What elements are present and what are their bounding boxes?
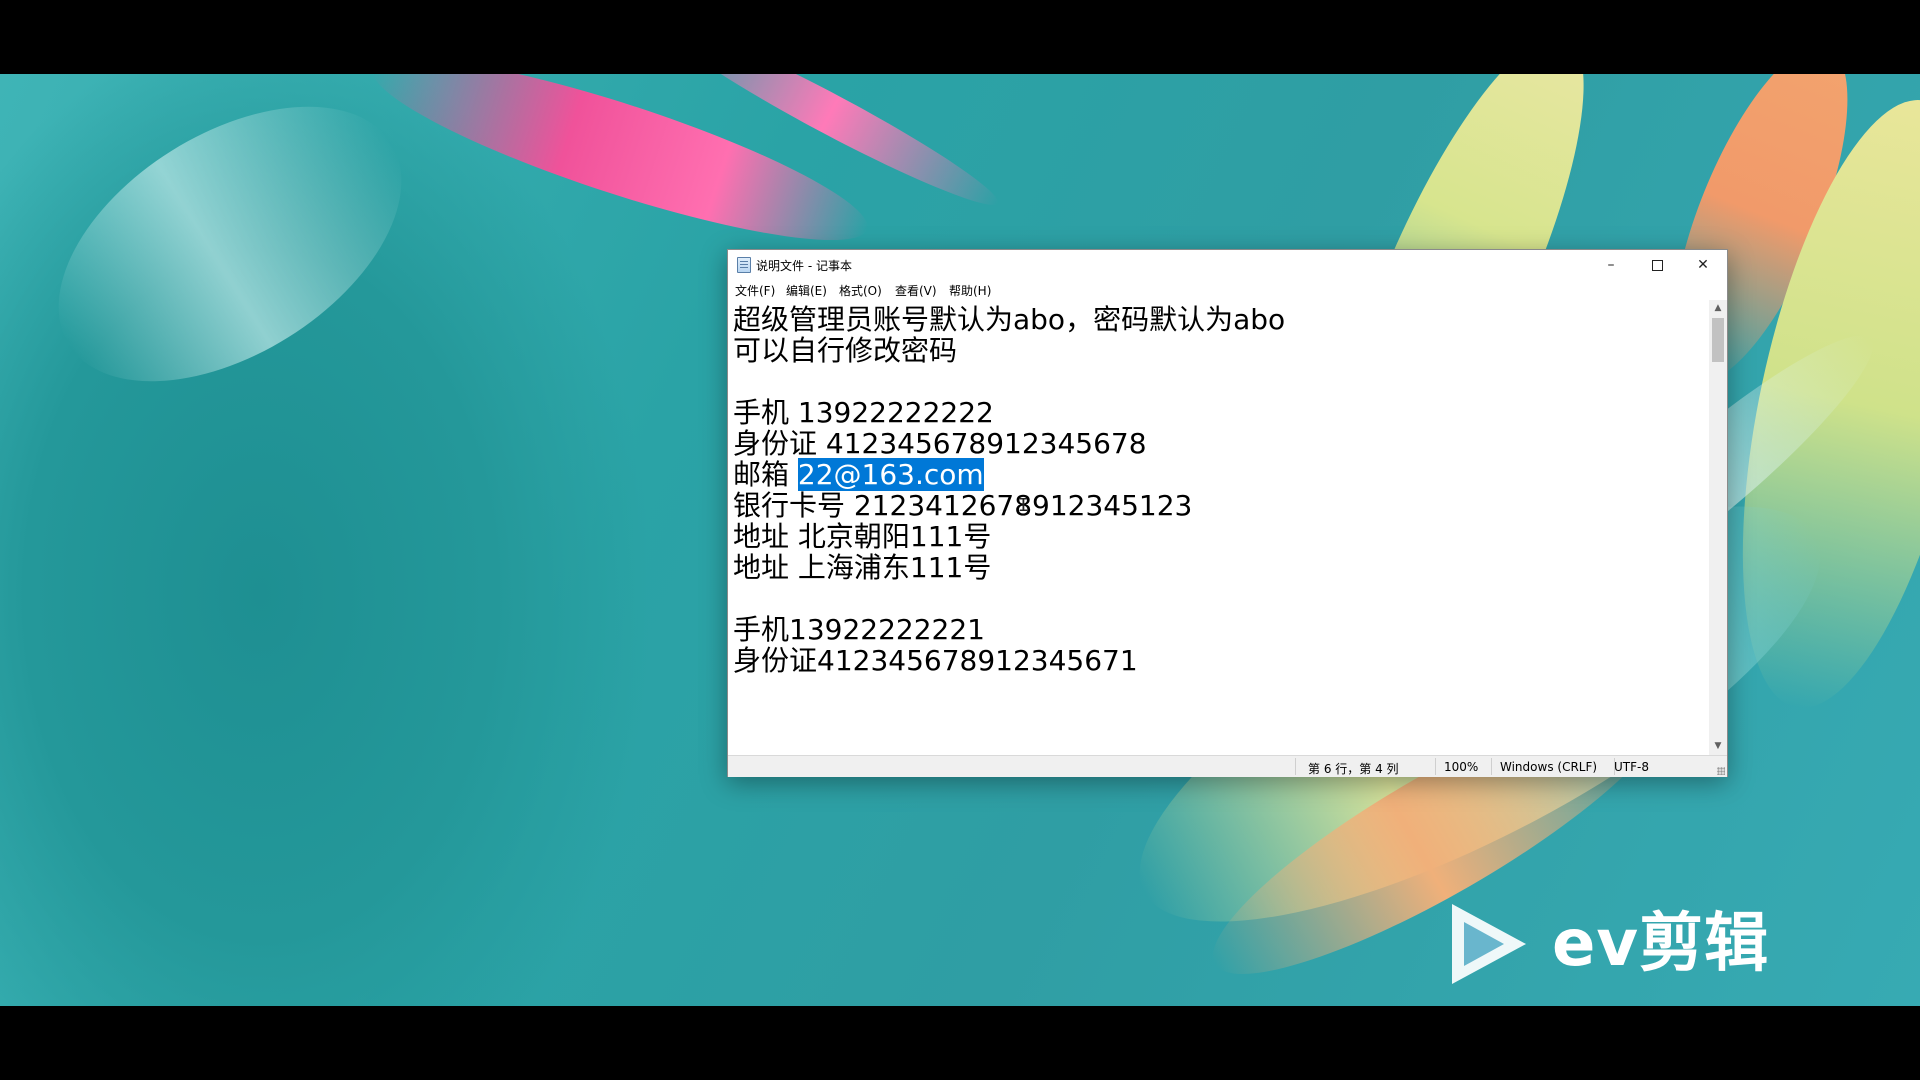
menu-format[interactable]: 格式(O) [839, 282, 882, 299]
text-line: 可以自行修改密码 [733, 334, 958, 367]
watermark-logo: ev剪辑 [1452, 904, 1832, 994]
cursor-position: 第 6 行，第 4 列 [1308, 762, 1399, 776]
close-button[interactable]: ✕ [1680, 250, 1726, 280]
letterbox-top [0, 0, 1920, 74]
ibeam-cursor-icon: I [1018, 495, 1029, 516]
title-bar[interactable]: 说明文件 - 记事本 – ✕ [728, 250, 1727, 280]
maximize-button[interactable] [1634, 250, 1680, 280]
status-divider [1435, 758, 1436, 775]
status-divider [1491, 758, 1492, 775]
menu-edit[interactable]: 编辑(E) [786, 282, 827, 299]
status-divider [1295, 758, 1296, 775]
text-editor[interactable]: 超级管理员账号默认为abo，密码默认为abo 可以自行修改密码 手机 13922… [728, 300, 1709, 755]
wallpaper-stroke [10, 74, 450, 438]
zoom-level: 100% [1444, 760, 1479, 774]
notepad-window[interactable]: 说明文件 - 记事本 – ✕ 文件(F) 编辑(E) 格式(O) 查看(V) 帮… [727, 249, 1728, 777]
menu-view[interactable]: 查看(V) [895, 282, 937, 299]
vertical-scrollbar[interactable]: ▲ ▼ [1709, 300, 1727, 755]
play-logo-inner [1464, 922, 1504, 966]
scroll-up-icon[interactable]: ▲ [1709, 300, 1727, 317]
text-line: 地址 上海浦东111号 [733, 551, 992, 584]
status-bar: 第 6 行，第 4 列 100% Windows (CRLF) UTF-8 [728, 755, 1727, 777]
line-ending: Windows (CRLF) [1500, 760, 1598, 774]
menu-file[interactable]: 文件(F) [735, 282, 775, 299]
menu-help[interactable]: 帮助(H) [949, 282, 991, 299]
letterbox-bottom [0, 1006, 1920, 1080]
minimize-button[interactable]: – [1588, 250, 1634, 280]
window-title: 说明文件 - 记事本 [756, 259, 852, 273]
menu-bar: 文件(F) 编辑(E) 格式(O) 查看(V) 帮助(H) [728, 280, 1727, 300]
text-line: 身份证412345678912345671 [733, 644, 1138, 677]
maximize-icon [1651, 259, 1663, 271]
notepad-icon [737, 257, 751, 273]
watermark-text: ev剪辑 [1552, 907, 1770, 981]
scroll-down-icon[interactable]: ▼ [1709, 738, 1727, 755]
encoding: UTF-8 [1614, 760, 1649, 774]
scroll-thumb[interactable] [1712, 318, 1724, 362]
resize-grip-icon[interactable] [1717, 767, 1725, 775]
